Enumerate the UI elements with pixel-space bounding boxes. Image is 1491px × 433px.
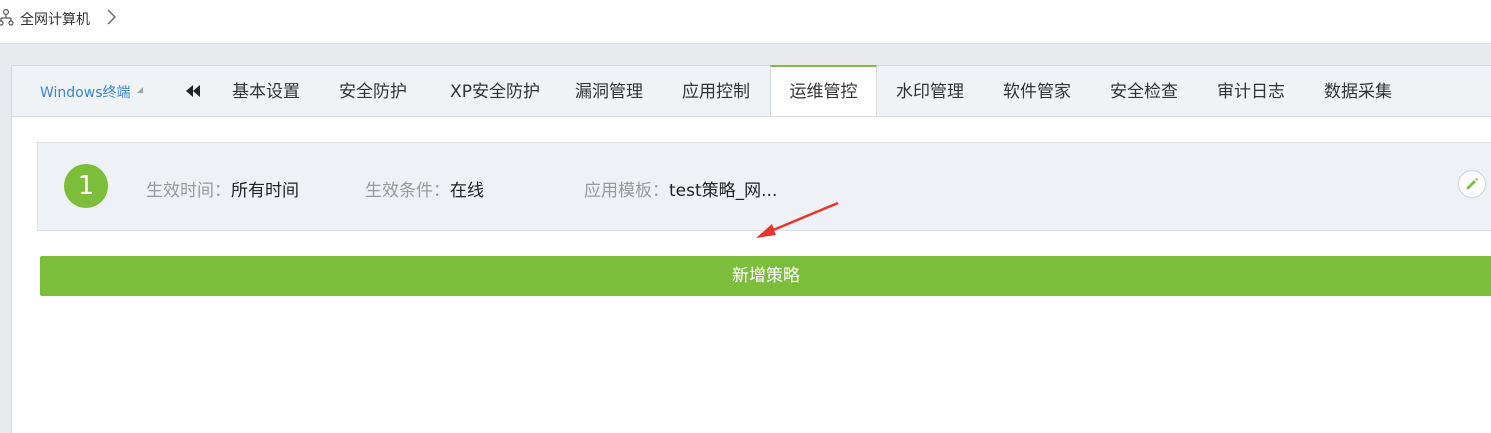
breadcrumb-label[interactable]: 全网计算机 <box>20 9 90 29</box>
tab-ops-control[interactable]: 运维管控 <box>770 65 877 116</box>
pencil-icon <box>1466 178 1478 190</box>
condition-label: 生效条件： <box>365 181 450 201</box>
collapse-left-icon[interactable] <box>184 83 202 99</box>
tab-software-manager[interactable]: 软件管家 <box>991 66 1083 116</box>
tab-security-check[interactable]: 安全检查 <box>1098 66 1190 116</box>
policy-panel: Windows终端 基本设置 安全防护 XP安全防护 漏洞管理 应用控制 运维管… <box>11 65 1491 433</box>
tab-basic-settings[interactable]: 基本设置 <box>220 66 312 116</box>
edit-button[interactable] <box>1458 170 1486 198</box>
os-type-select[interactable]: Windows终端 <box>40 82 131 102</box>
condition-field: 生效条件：在线 <box>365 176 484 201</box>
tab-xp-security[interactable]: XP安全防护 <box>436 66 554 116</box>
condition-value: 在线 <box>450 181 484 201</box>
tab-watermark[interactable]: 水印管理 <box>884 66 976 116</box>
tab-audit-log[interactable]: 审计日志 <box>1205 66 1297 116</box>
template-field: 应用模板：test策略_网... <box>584 176 777 201</box>
tab-security-protection[interactable]: 安全防护 <box>327 66 419 116</box>
template-value[interactable]: test策略_网... <box>669 181 777 201</box>
breadcrumb: 全网计算机 <box>0 0 1491 44</box>
network-icon <box>0 9 14 26</box>
effective-time-field: 生效时间：所有时间 <box>146 176 299 201</box>
add-policy-button[interactable]: 新增策略 <box>40 256 1491 296</box>
chevron-right-icon <box>107 9 116 25</box>
tab-vulnerability[interactable]: 漏洞管理 <box>563 66 655 116</box>
tab-bar: Windows终端 基本设置 安全防护 XP安全防护 漏洞管理 应用控制 运维管… <box>12 65 1491 117</box>
effective-time-label: 生效时间： <box>146 181 231 201</box>
tab-data-collection[interactable]: 数据采集 <box>1312 66 1404 116</box>
annotation-arrow-icon <box>756 201 839 238</box>
policy-number-badge: 1 <box>64 164 108 208</box>
tab-app-control[interactable]: 应用控制 <box>670 66 762 116</box>
dropdown-caret-icon[interactable] <box>137 87 143 93</box>
template-label: 应用模板： <box>584 181 669 201</box>
effective-time-value: 所有时间 <box>231 181 299 201</box>
